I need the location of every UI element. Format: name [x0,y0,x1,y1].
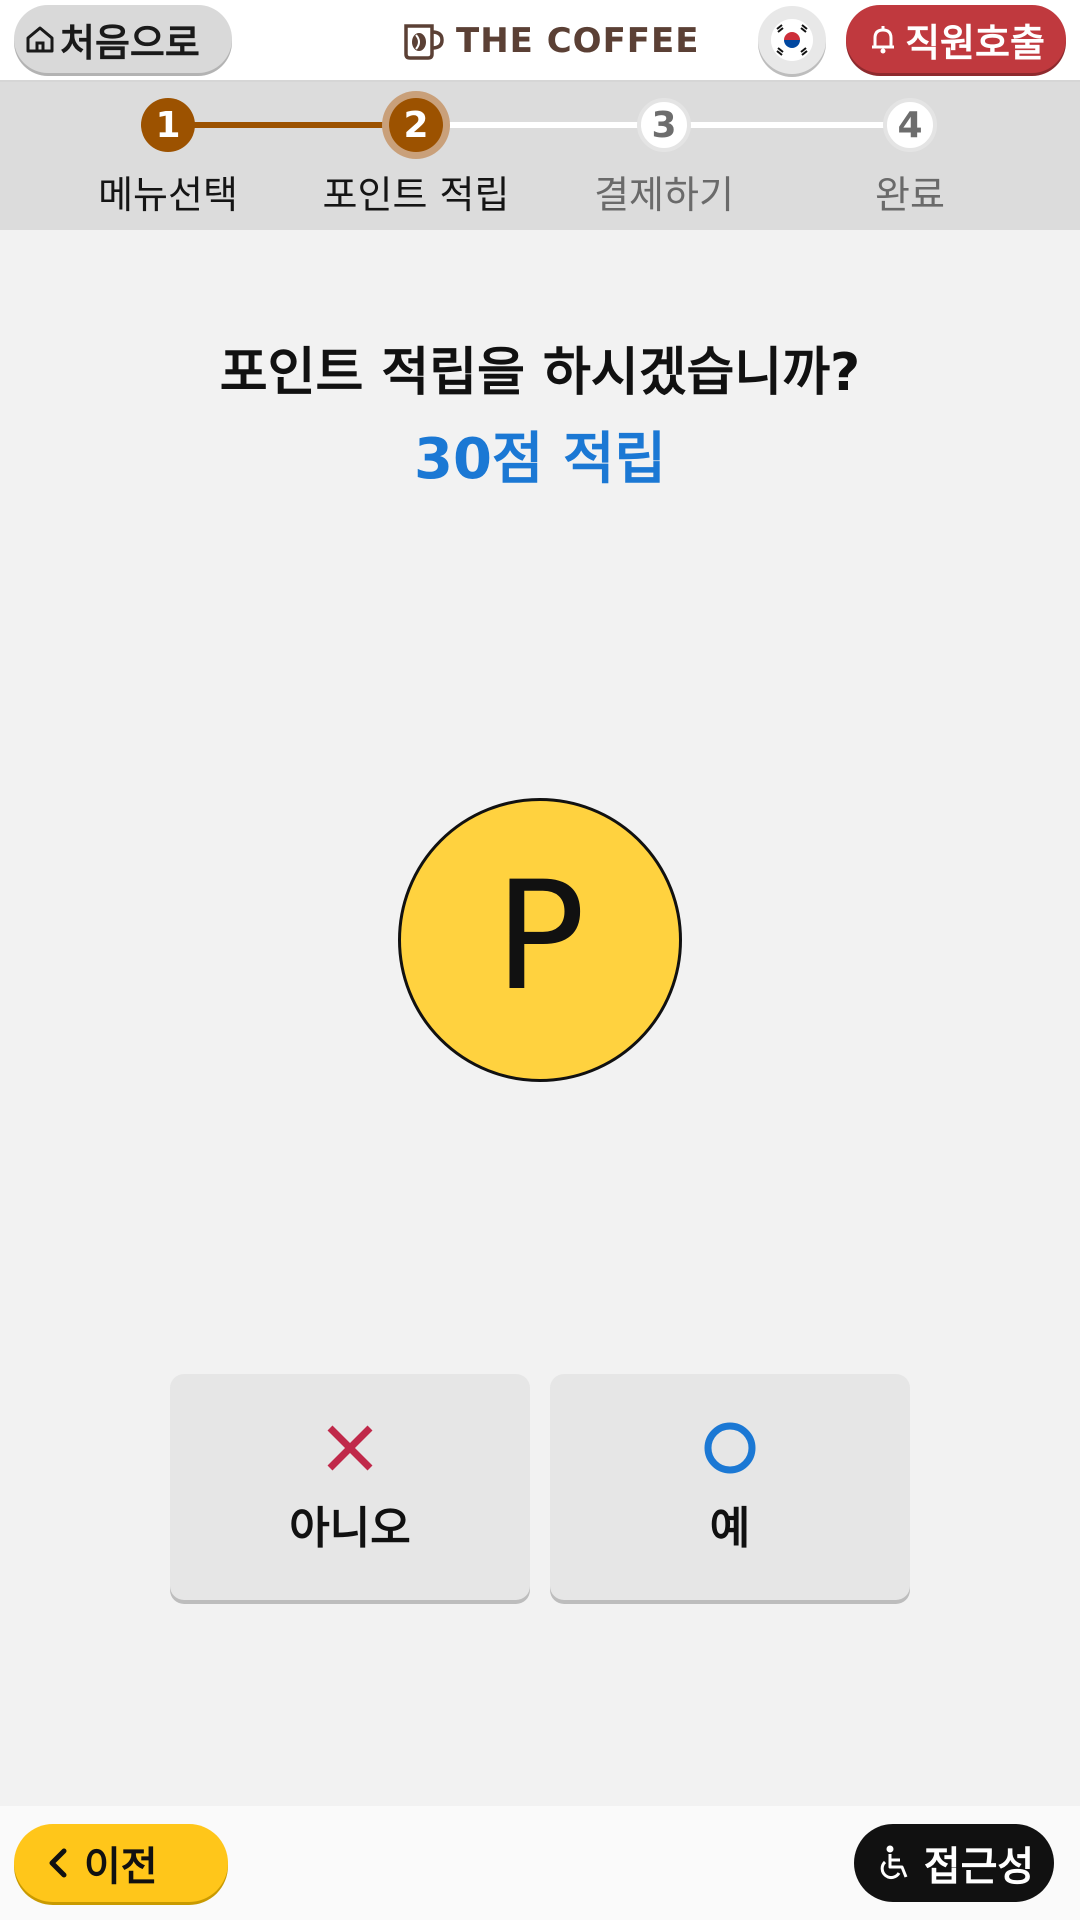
language-button[interactable] [758,6,826,74]
coffee-cup-icon [404,24,444,60]
wheelchair-icon [880,1845,908,1880]
previous-button[interactable]: 이전 [14,1824,228,1902]
step-1-label: 메뉴선택 [98,173,238,217]
korea-flag-icon [771,19,813,61]
circle-o-icon [704,1422,756,1474]
home-button[interactable]: 처음으로 [14,5,232,73]
previous-button-label: 이전 [84,1844,158,1890]
points-amount: 30점 적립 [414,427,666,492]
accessibility-label: 접근성 [923,1844,1035,1890]
brand-name: THE COFFEE [456,21,700,61]
coin-letter: P [494,850,586,1024]
home-button-label: 처음으로 [60,20,200,65]
point-coin-icon: P [398,798,682,1082]
step-3-number: 3 [637,98,691,152]
no-button-label: 아니오 [289,1503,411,1554]
x-icon [327,1425,373,1471]
step-3-label: 결제하기 [594,173,734,217]
step-4: 4 완료 [790,98,1030,219]
yes-button[interactable]: 예 [550,1374,910,1600]
call-staff-label: 직원호출 [905,20,1045,65]
no-button[interactable]: 아니오 [170,1374,530,1600]
step-4-number: 4 [883,98,937,152]
step-4-label: 완료 [875,173,945,217]
points-question: 포인트 적립을 하시겠습니까? [219,343,861,403]
bottom-bar: 이전 접근성 [0,1806,1080,1920]
accessibility-button[interactable]: 접근성 [854,1824,1054,1902]
step-2: 2 포인트 적립 [296,98,536,219]
bell-icon [872,26,895,54]
brand-logo: THE COFFEE [400,16,699,66]
chevron-left-icon [49,1848,67,1878]
step-2-label: 포인트 적립 [322,173,510,217]
call-staff-button[interactable]: 직원호출 [846,5,1066,73]
step-1: 1 메뉴선택 [48,98,288,219]
step-2-number: 2 [389,98,443,152]
home-icon [26,26,54,53]
progress-steps: 1 메뉴선택 2 포인트 적립 3 결제하기 4 완료 [0,82,1080,230]
step-3: 3 결제하기 [544,98,784,219]
top-bar: 처음으로 THE COFFEE 직원호출 [0,0,1080,82]
yes-button-label: 예 [709,1503,751,1554]
step-1-number: 1 [141,98,195,152]
